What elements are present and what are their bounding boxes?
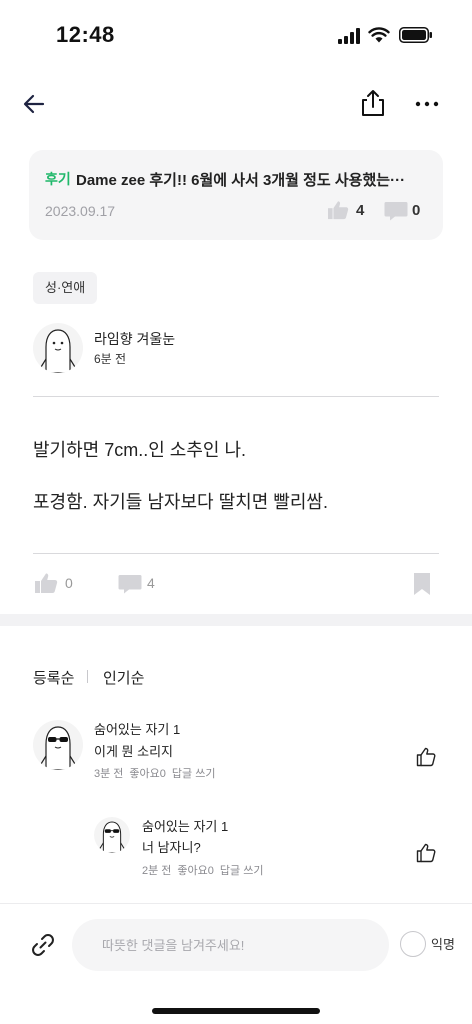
ghost-avatar-icon (40, 329, 76, 373)
post-time: 6분 전 (94, 352, 127, 366)
sort-separator (87, 670, 88, 683)
back-arrow-icon[interactable] (20, 90, 48, 118)
post-like-count: 0 (65, 575, 73, 591)
status-time: 12:48 (56, 22, 115, 47)
ghost-sunglasses-avatar-icon (40, 726, 76, 770)
navigation-bar (0, 78, 472, 130)
ghost-sunglasses-avatar-icon (99, 821, 125, 853)
post-body-line: 포경함. 자기들 남자보다 딸치면 빨리쌈. (33, 492, 328, 512)
battery-icon (399, 27, 432, 43)
comment-time: 2분 전 (142, 865, 172, 877)
wifi-icon (368, 27, 390, 43)
comment-input[interactable] (72, 919, 389, 971)
author-name[interactable]: 라임향 겨울눈 (94, 329, 175, 349)
category-chip[interactable]: 성·연애 (33, 272, 98, 304)
comment-like-link[interactable]: 좋아요0 (177, 865, 213, 877)
speech-bubble-icon (384, 202, 408, 221)
reply-avatar[interactable] (94, 817, 130, 853)
comment-like-link[interactable]: 좋아요0 (129, 768, 165, 780)
thumbs-up-outline-icon[interactable] (416, 843, 436, 863)
post-body-line: 발기하면 7cm..인 소추인 나. (33, 440, 247, 460)
divider (33, 553, 439, 554)
comment-author[interactable]: 숨어있는 자기 1 (142, 816, 228, 835)
reply-link[interactable]: 답글 쓰기 (172, 768, 216, 780)
review-tag: 후기 (45, 171, 71, 187)
comment-composer-bar: 익명 (0, 903, 472, 1024)
review-date: 2023.09.17 (45, 203, 116, 219)
review-like-count: 4 (356, 202, 365, 219)
comment-text: 이게 뭔 소리지 (94, 744, 173, 759)
review-comment-count: 0 (412, 202, 421, 219)
paperclip-icon[interactable] (30, 932, 56, 958)
comment-meta: 3분 전 좋아요0 답글 쓰기 (94, 765, 221, 781)
author-avatar[interactable] (33, 323, 83, 373)
bookmark-icon[interactable] (412, 572, 432, 596)
comment-avatar[interactable] (33, 720, 83, 770)
divider (33, 396, 439, 397)
anonymous-label[interactable]: 익명 (431, 934, 455, 953)
thumbs-up-icon[interactable] (34, 572, 58, 594)
post-body: 발기하면 7cm..인 소추인 나. 포경함. 자기들 남자보다 딸치면 빨리쌈… (33, 436, 439, 516)
anonymous-checkbox[interactable] (400, 931, 426, 957)
home-indicator (152, 1008, 320, 1014)
thumbs-up-outline-icon[interactable] (416, 747, 436, 767)
comment-time: 3분 전 (94, 768, 124, 780)
more-options-icon[interactable] (412, 90, 442, 118)
review-title: Dame zee 후기!! 6월에 사서 3개월 정도 사용했는··· (76, 172, 406, 189)
post-comment-count: 4 (147, 575, 155, 591)
comment-meta: 2분 전 좋아요0 답글 쓰기 (142, 862, 269, 878)
share-icon[interactable] (358, 88, 388, 118)
reply-link[interactable]: 답글 쓰기 (220, 865, 264, 877)
sort-by-newest[interactable]: 등록순 (33, 667, 74, 688)
comment-author[interactable]: 숨어있는 자기 1 (94, 719, 180, 738)
thumbs-up-icon (328, 201, 349, 220)
speech-bubble-icon[interactable] (118, 573, 142, 595)
related-review-card[interactable]: 후기 Dame zee 후기!! 6월에 사서 3개월 정도 사용했는··· 2… (29, 150, 443, 240)
comment-text: 너 남자니? (142, 840, 201, 855)
sort-by-popular[interactable]: 인기순 (103, 667, 144, 688)
cellular-signal-icon (338, 28, 360, 44)
section-divider (0, 614, 472, 626)
status-bar: 12:48 (0, 0, 472, 70)
